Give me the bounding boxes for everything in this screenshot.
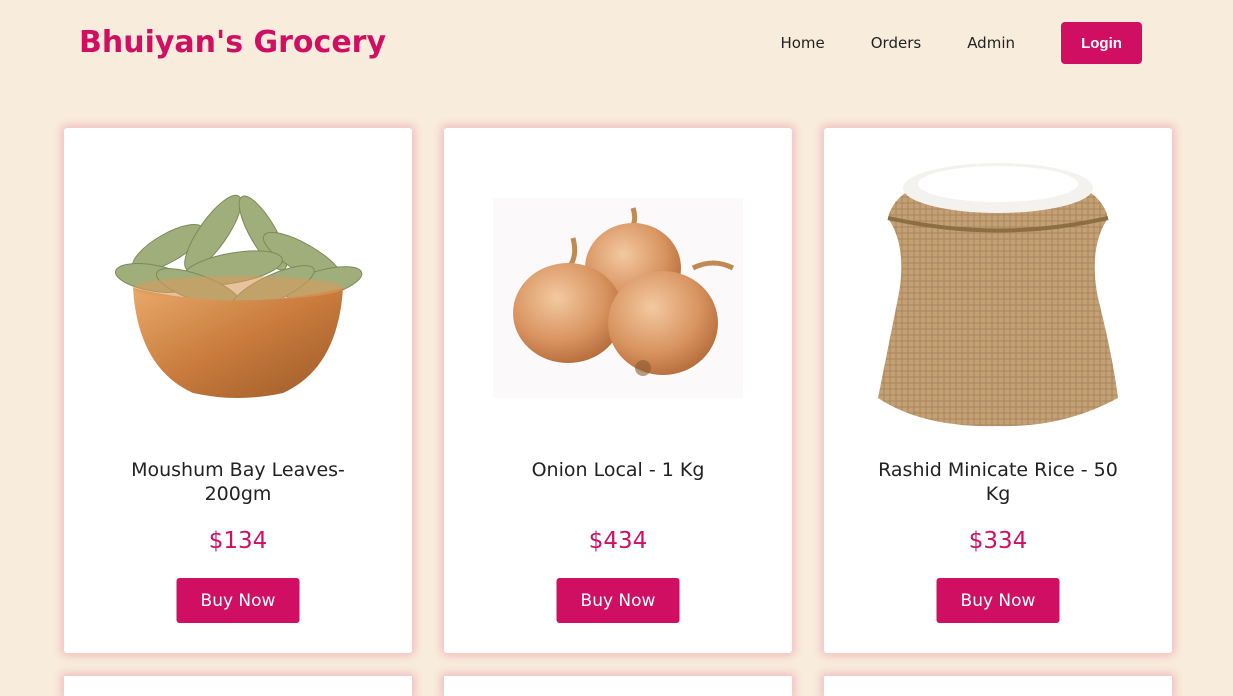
product-grid: Moushum Bay Leaves-200gm $134 Buy Now On… [64, 128, 1172, 653]
nav-admin[interactable]: Admin [967, 34, 1015, 52]
product-card: Moushum Bay Leaves-200gm $134 Buy Now [64, 128, 412, 653]
buy-now-button[interactable]: Buy Now [556, 578, 680, 623]
nav-orders[interactable]: Orders [871, 34, 921, 52]
brand-logo[interactable]: Bhuiyan's Grocery [79, 25, 386, 60]
product-card: Onion Local - 1 Kg $434 Buy Now [444, 128, 792, 653]
product-title: Onion Local - 1 Kg [531, 459, 705, 481]
product-card: Rashid Minicate Rice - 50 Kg $334 Buy No… [824, 128, 1172, 653]
buy-now-button[interactable]: Buy Now [176, 578, 300, 623]
product-card-partial [824, 676, 1172, 696]
product-image-rice-sack [824, 158, 1172, 438]
product-price: $134 [208, 528, 268, 554]
main-nav: Home Orders Admin Login [780, 22, 1142, 64]
site-header: Bhuiyan's Grocery Home Orders Admin Logi… [0, 0, 1233, 90]
product-image-bay-leaves [64, 158, 412, 438]
product-title: Rashid Minicate Rice - 50 Kg [878, 459, 1118, 505]
product-price: $334 [968, 528, 1028, 554]
product-card-partial [64, 676, 412, 696]
product-price: $434 [588, 528, 648, 554]
buy-now-button[interactable]: Buy Now [936, 578, 1060, 623]
nav-home[interactable]: Home [780, 34, 824, 52]
next-row-cards [64, 676, 1204, 696]
login-button[interactable]: Login [1061, 22, 1142, 64]
product-card-partial [444, 676, 792, 696]
product-title: Moushum Bay Leaves-200gm [131, 459, 345, 505]
product-image-onions [444, 158, 792, 438]
